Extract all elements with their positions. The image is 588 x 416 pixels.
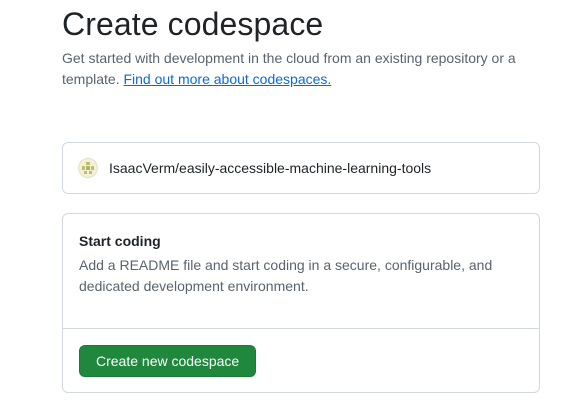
start-coding-card: Start coding Add a README file and start… (62, 213, 540, 393)
create-new-codespace-button[interactable]: Create new codespace (79, 345, 257, 377)
repo-avatar-icon (78, 158, 98, 178)
start-coding-heading: Start coding (79, 233, 161, 249)
repository-card[interactable]: IsaacVerm/easily-accessible-machine-lear… (62, 142, 540, 194)
start-coding-body: Start coding Add a README file and start… (63, 214, 539, 329)
page-title: Create codespace (62, 6, 324, 42)
repository-name: IsaacVerm/easily-accessible-machine-lear… (109, 160, 432, 176)
start-coding-description: Add a README file and start coding in a … (79, 257, 493, 294)
learn-more-link[interactable]: Find out more about codespaces. (123, 71, 331, 87)
identicon-icon (82, 162, 94, 174)
create-codespace-page: Create codespace Get started with develo… (0, 0, 588, 416)
page-subtitle: Get started with development in the clou… (62, 48, 532, 90)
